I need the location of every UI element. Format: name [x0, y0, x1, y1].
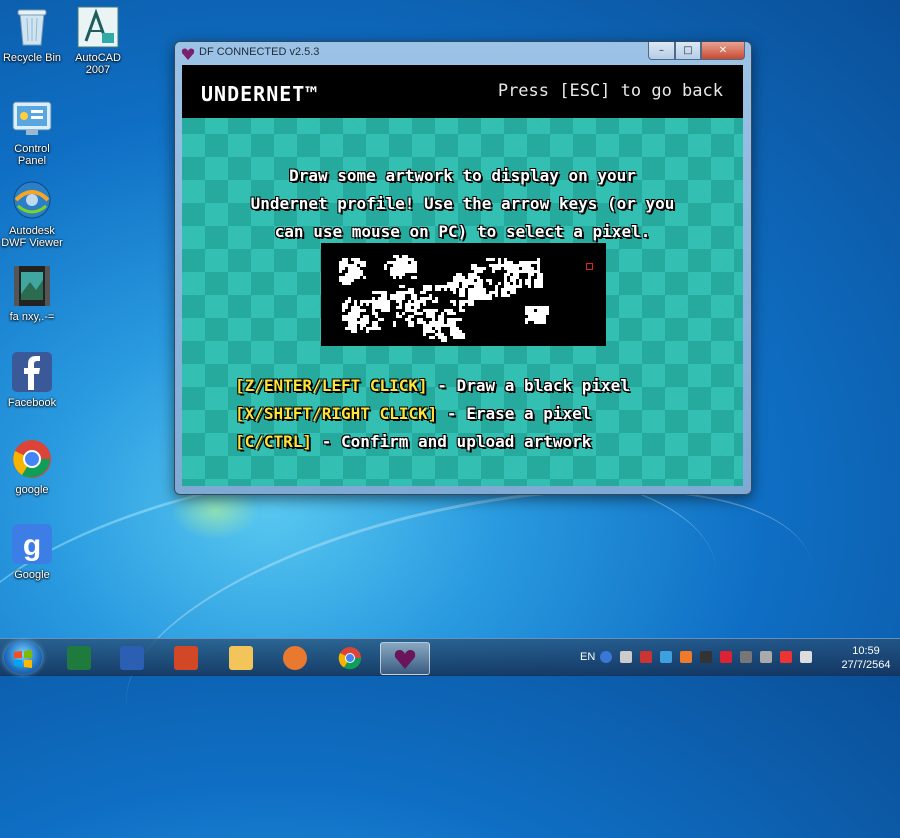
antivirus-icon[interactable]: [640, 651, 652, 663]
desktop-icon-recycle-bin[interactable]: Recycle Bin: [0, 5, 67, 64]
instruction-line: can use mouse on PC) to select a pixel.: [274, 222, 651, 241]
close-button[interactable]: ✕: [701, 42, 745, 60]
desktop-icon-label: Facebook: [7, 397, 57, 409]
warning-icon[interactable]: [720, 651, 732, 663]
clock-date: 27/7/2564: [841, 659, 891, 671]
video-file-icon: [10, 264, 54, 308]
media-player-icon: [283, 646, 307, 670]
tray-app-icon[interactable]: [680, 651, 692, 663]
instructions-text: Draw some artwork to display on your Und…: [202, 162, 723, 246]
window-title: DF CONNECTED v2.5.3: [199, 46, 320, 58]
taskbar-explorer[interactable]: [217, 642, 265, 673]
help-icon[interactable]: [600, 651, 612, 663]
facebook-icon: [10, 350, 54, 394]
desktop-icon-dwf-viewer[interactable]: Autodesk DWF Viewer: [0, 178, 67, 249]
chrome-icon: [338, 647, 362, 670]
taskbar-chrome[interactable]: [326, 642, 374, 673]
display-icon[interactable]: [700, 651, 712, 663]
desktop-icon-video-file[interactable]: fa nxy,.-=: [0, 264, 67, 323]
desktop-icon-label: AutoCAD 2007: [75, 52, 121, 76]
deltarune-icon: [394, 650, 416, 669]
dwf-viewer-icon: [10, 178, 54, 222]
desktop-icon-label: fa nxy,.-=: [9, 311, 55, 323]
key-action: - Confirm and upload artwork: [312, 432, 592, 451]
language-indicator[interactable]: EN: [580, 651, 595, 663]
volume-icon[interactable]: [800, 651, 812, 663]
pixel-artwork: [339, 255, 549, 342]
game-screen[interactable]: UNDERNET™ Press [ESC] to go back Draw so…: [182, 65, 743, 486]
key-hint-row: [Z/ENTER/LEFT CLICK] - Draw a black pixe…: [235, 372, 630, 400]
mute-icon[interactable]: [780, 651, 792, 663]
powerpoint-icon: [174, 646, 198, 670]
desktop-icon-label: Control Panel: [14, 143, 50, 167]
desktop-icon-label: Google: [14, 569, 50, 581]
taskbar-excel[interactable]: [55, 642, 103, 673]
app-window: DF CONNECTED v2.5.3 – □ ✕ UNDERNET™ Pres…: [174, 41, 752, 495]
dot-icon[interactable]: [620, 651, 632, 663]
key-label: [Z/ENTER/LEFT CLICK]: [235, 376, 428, 395]
recycle-bin-icon: [10, 5, 54, 49]
clock[interactable]: 10:59 27/7/2564: [836, 644, 896, 672]
google-icon: g: [10, 522, 54, 566]
undernet-header: UNDERNET™ Press [ESC] to go back: [182, 65, 743, 118]
minimize-button[interactable]: –: [648, 42, 675, 60]
control-panel-icon: [10, 96, 54, 140]
network-tool-icon[interactable]: [660, 651, 672, 663]
pixel-cursor: [586, 263, 593, 270]
word-icon: [120, 646, 144, 670]
key-label: [X/SHIFT/RIGHT CLICK]: [235, 404, 438, 423]
key-hint-row: [C/CTRL] - Confirm and upload artwork: [235, 428, 630, 456]
instruction-line: Undernet profile! Use the arrow keys (or…: [250, 194, 675, 213]
desktop-icon-autocad[interactable]: AutoCAD 2007: [63, 5, 133, 76]
heart-icon: [181, 46, 195, 60]
taskbar-powerpoint[interactable]: [162, 642, 210, 673]
key-label: [C/CTRL]: [235, 432, 313, 451]
key-action: - Draw a black pixel: [427, 376, 630, 395]
svg-text:g: g: [23, 529, 41, 562]
windows-logo-icon: [14, 650, 32, 668]
instruction-line: Draw some artwork to display on your: [289, 166, 636, 185]
desktop-icon-control-panel[interactable]: Control Panel: [0, 96, 67, 167]
key-action: - Erase a pixel: [437, 404, 592, 423]
key-hints: [Z/ENTER/LEFT CLICK] - Draw a black pixe…: [235, 372, 630, 456]
taskbar-media-player[interactable]: [271, 642, 319, 673]
chrome-icon: [10, 437, 54, 481]
desktop-icon-facebook[interactable]: Facebook: [0, 350, 67, 409]
desktop-icon-chrome[interactable]: google: [0, 437, 67, 496]
taskbar-word[interactable]: [108, 642, 156, 673]
autocad-icon: [76, 5, 120, 49]
explorer-icon: [229, 646, 253, 670]
pixel-art-canvas[interactable]: [321, 243, 606, 346]
start-button[interactable]: [4, 641, 42, 674]
escape-hint: Press [ESC] to go back: [497, 81, 723, 101]
clock-time: 10:59: [852, 645, 880, 657]
key-hint-row: [X/SHIFT/RIGHT CLICK] - Erase a pixel: [235, 400, 630, 428]
undernet-logo: UNDERNET™: [201, 82, 319, 106]
desktop-icon-label: Recycle Bin: [2, 52, 62, 64]
settings-icon[interactable]: [760, 651, 772, 663]
printer-icon[interactable]: [740, 651, 752, 663]
desktop-icon-label: Autodesk DWF Viewer: [1, 225, 63, 249]
maximize-button[interactable]: □: [675, 42, 701, 60]
excel-icon: [67, 646, 91, 670]
desktop-icon-google[interactable]: g Google: [0, 522, 67, 581]
taskbar-deltarune[interactable]: [380, 642, 430, 675]
desktop-icon-label: google: [15, 484, 49, 496]
taskbar: EN 10:59 27/7/2564: [0, 638, 900, 676]
window-titlebar[interactable]: DF CONNECTED v2.5.3 – □ ✕: [175, 42, 751, 64]
